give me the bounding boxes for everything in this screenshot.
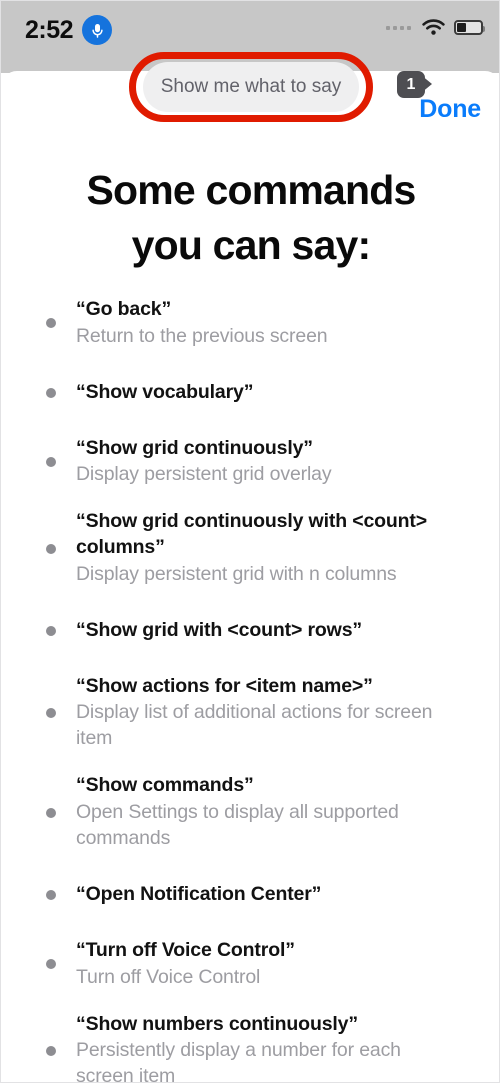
bullet-icon (46, 959, 56, 970)
command-description: Display persistent grid with n columns (76, 562, 397, 585)
command-pill[interactable]: Show me what to say (143, 62, 359, 112)
bullet-icon (46, 807, 56, 818)
command-description: Display persistent grid overlay (76, 463, 332, 486)
bullet-icon (46, 387, 56, 398)
badge-body: 1 (397, 71, 425, 98)
list-item: “Show vocabulary” (1, 371, 499, 415)
status-bar-right (386, 19, 485, 36)
command-description: Return to the previous screen (76, 324, 328, 347)
voice-control-number-badge[interactable]: 1 (397, 71, 433, 98)
microphone-icon (82, 15, 113, 45)
wifi-icon (422, 19, 445, 35)
list-item: “Go back” Return to the previous screen (1, 297, 499, 350)
bullet-icon (46, 707, 56, 718)
bullet-icon (46, 889, 56, 900)
list-item: “Show grid with <count> rows” (1, 609, 499, 653)
command-pill-label: Show me what to say (160, 76, 342, 97)
list-item-text: “Show grid with <count> rows” (76, 618, 362, 644)
cellular-dots-icon (386, 25, 411, 30)
command-title: “Show grid with <count> rows” (76, 618, 362, 641)
list-item-text: “Show vocabulary” (76, 380, 253, 406)
page-title-line-1: Some commands (86, 167, 416, 213)
command-title: “Open Notification Center” (76, 882, 322, 905)
status-bar-clock: 2:52 (25, 15, 74, 44)
command-title: “Show grid continuously with <count> col… (76, 510, 428, 559)
badge-number: 1 (406, 75, 416, 93)
bullet-icon (46, 456, 56, 467)
list-item-text: “Show grid continuously” Display persist… (76, 436, 332, 489)
list-item-text: “Show commands” Open Settings to display… (76, 773, 448, 852)
command-title: “Turn off Voice Control” (76, 938, 295, 961)
list-item-text: “Show grid continuously with <count> col… (76, 509, 448, 587)
list-item: “Show actions for <item name>” Display l… (1, 674, 499, 753)
list-item: “Show commands” Open Settings to display… (1, 773, 499, 852)
bullet-icon (46, 318, 56, 329)
command-title: “Show actions for <item name>” (76, 674, 373, 697)
commands-list: “Go back” Return to the previous screen … (1, 297, 499, 1083)
status-bar-left: 2:52 (25, 15, 113, 45)
list-item-text: “Turn off Voice Control” Turn off Voice … (76, 938, 295, 991)
list-item: “Turn off Voice Control” Turn off Voice … (1, 938, 499, 991)
list-item-text: “Go back” Return to the previous screen (76, 297, 328, 350)
command-description: Turn off Voice Control (76, 965, 261, 988)
command-title: “Show numbers continuously” (76, 1012, 358, 1035)
page-title: Some commands you can say: (1, 163, 499, 272)
command-description: Open Settings to display all supported c… (76, 801, 399, 849)
done-button[interactable]: Done (419, 97, 481, 122)
bullet-icon (46, 543, 56, 554)
command-title: “Go back” (76, 298, 172, 320)
command-description: Display list of additional actions for s… (76, 701, 433, 750)
bullet-icon (46, 625, 56, 636)
battery-icon (454, 20, 485, 35)
page-title-line-2: you can say: (131, 221, 372, 268)
list-item: “Open Notification Center” (1, 873, 499, 917)
command-title: “Show grid continuously” (76, 436, 313, 459)
command-title: “Show vocabulary” (76, 380, 254, 403)
bullet-icon (46, 1045, 56, 1056)
list-item: “Show grid continuously” Display persist… (1, 436, 499, 489)
voice-control-commands-screen: 2:52 Show me what to say 1 Done Some com… (0, 0, 500, 1083)
list-item: “Show grid continuously with <count> col… (1, 509, 499, 587)
list-item-text: “Open Notification Center” (76, 882, 321, 908)
command-description: Persistently display a number for each s… (76, 1039, 401, 1083)
list-item-text: “Show numbers continuously” Persistently… (76, 1012, 448, 1083)
list-item: “Show numbers continuously” Persistently… (1, 1012, 499, 1083)
command-title: “Show commands” (76, 774, 254, 797)
list-item-text: “Show actions for <item name>” Display l… (76, 674, 448, 753)
